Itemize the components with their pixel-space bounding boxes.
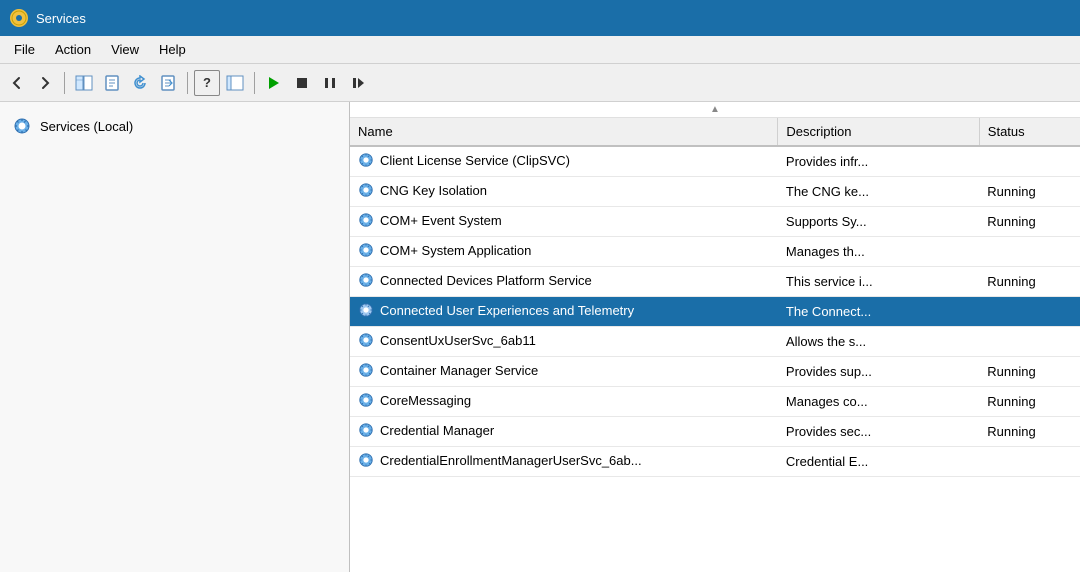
menu-help[interactable]: Help xyxy=(149,38,196,61)
app-icon xyxy=(10,9,28,27)
service-icon xyxy=(358,392,374,408)
separator-2 xyxy=(187,72,188,94)
service-status xyxy=(979,447,1080,477)
service-description: Provides sec... xyxy=(778,417,979,447)
service-row-name: CNG Key Isolation xyxy=(358,182,487,198)
menu-view[interactable]: View xyxy=(101,38,149,61)
table-row[interactable]: ConsentUxUserSvc_6ab11 Allows the s... xyxy=(350,327,1080,357)
table-row[interactable]: COM+ System Application Manages th... xyxy=(350,237,1080,267)
table-row[interactable]: COM+ Event System Supports Sy...Running xyxy=(350,207,1080,237)
service-description: The CNG ke... xyxy=(778,177,979,207)
service-description: Manages th... xyxy=(778,237,979,267)
services-table: Name Description Status Client License S… xyxy=(350,118,1080,477)
start-service-button[interactable] xyxy=(261,70,287,96)
service-status: Running xyxy=(979,387,1080,417)
service-icon xyxy=(358,452,374,468)
service-icon xyxy=(358,332,374,348)
service-icon xyxy=(358,422,374,438)
service-status: Running xyxy=(979,207,1080,237)
export-button[interactable] xyxy=(155,70,181,96)
table-row[interactable]: Connected User Experiences and Telemetry… xyxy=(350,297,1080,327)
right-panel[interactable]: ▲ Name Description Status Client License… xyxy=(350,102,1080,572)
scroll-up-indicator: ▲ xyxy=(350,102,1080,118)
forward-button[interactable] xyxy=(32,70,58,96)
column-status[interactable]: Status xyxy=(979,118,1080,146)
separator-3 xyxy=(254,72,255,94)
left-panel: Services (Local) xyxy=(0,102,350,572)
service-icon xyxy=(358,362,374,378)
menu-file[interactable]: File xyxy=(4,38,45,61)
service-row-name: CoreMessaging xyxy=(358,392,471,408)
service-description: Supports Sy... xyxy=(778,207,979,237)
view-details-button[interactable] xyxy=(222,70,248,96)
service-icon xyxy=(358,302,374,318)
service-row-name: Credential Manager xyxy=(358,422,494,438)
service-description: Credential E... xyxy=(778,447,979,477)
service-row-name: COM+ System Application xyxy=(358,242,531,258)
service-description: Provides sup... xyxy=(778,357,979,387)
title-bar: Services xyxy=(0,0,1080,36)
menu-bar: File Action View Help xyxy=(0,36,1080,64)
back-button[interactable] xyxy=(4,70,30,96)
table-row[interactable]: CoreMessaging Manages co...Running xyxy=(350,387,1080,417)
service-row-name: Client License Service (ClipSVC) xyxy=(358,152,570,168)
table-row[interactable]: Credential Manager Provides sec...Runnin… xyxy=(350,417,1080,447)
table-row[interactable]: Container Manager Service Provides sup..… xyxy=(350,357,1080,387)
table-row[interactable]: CredentialEnrollmentManagerUserSvc_6ab..… xyxy=(350,447,1080,477)
table-row[interactable]: Client License Service (ClipSVC) Provide… xyxy=(350,146,1080,177)
table-header-row: Name Description Status xyxy=(350,118,1080,146)
service-status xyxy=(979,146,1080,177)
view-console-button[interactable] xyxy=(71,70,97,96)
table-row[interactable]: Connected Devices Platform Service This … xyxy=(350,267,1080,297)
service-status xyxy=(979,237,1080,267)
restart-service-button[interactable] xyxy=(345,70,371,96)
service-row-name: Container Manager Service xyxy=(358,362,538,378)
service-icon xyxy=(358,182,374,198)
stop-service-button[interactable] xyxy=(289,70,315,96)
main-layout: Services (Local) ▲ Name Description Stat… xyxy=(0,102,1080,572)
service-status xyxy=(979,297,1080,327)
column-description[interactable]: Description xyxy=(778,118,979,146)
service-description: This service i... xyxy=(778,267,979,297)
service-description: Provides infr... xyxy=(778,146,979,177)
help-button[interactable]: ? xyxy=(194,70,220,96)
services-local-label: Services (Local) xyxy=(40,119,133,134)
service-row-name: Connected Devices Platform Service xyxy=(358,272,592,288)
pause-service-button[interactable] xyxy=(317,70,343,96)
service-description: The Connect... xyxy=(778,297,979,327)
separator-1 xyxy=(64,72,65,94)
service-row-name: ConsentUxUserSvc_6ab11 xyxy=(358,332,536,348)
refresh-button[interactable] xyxy=(127,70,153,96)
service-icon xyxy=(358,212,374,228)
services-local-icon xyxy=(12,116,32,136)
service-icon xyxy=(358,242,374,258)
column-name[interactable]: Name xyxy=(350,118,778,146)
service-status: Running xyxy=(979,177,1080,207)
window-title: Services xyxy=(36,11,86,26)
table-row[interactable]: CNG Key Isolation The CNG ke...Running xyxy=(350,177,1080,207)
services-local-item[interactable]: Services (Local) xyxy=(0,110,349,142)
service-status: Running xyxy=(979,417,1080,447)
service-description: Allows the s... xyxy=(778,327,979,357)
toolbar: ? xyxy=(0,64,1080,102)
menu-action[interactable]: Action xyxy=(45,38,101,61)
service-row-name: CredentialEnrollmentManagerUserSvc_6ab..… xyxy=(358,452,642,468)
service-icon xyxy=(358,272,374,288)
service-row-name: Connected User Experiences and Telemetry xyxy=(358,302,634,318)
show-properties-button[interactable] xyxy=(99,70,125,96)
service-description: Manages co... xyxy=(778,387,979,417)
service-row-name: COM+ Event System xyxy=(358,212,502,228)
service-icon xyxy=(358,152,374,168)
service-status xyxy=(979,327,1080,357)
service-status: Running xyxy=(979,267,1080,297)
service-status: Running xyxy=(979,357,1080,387)
